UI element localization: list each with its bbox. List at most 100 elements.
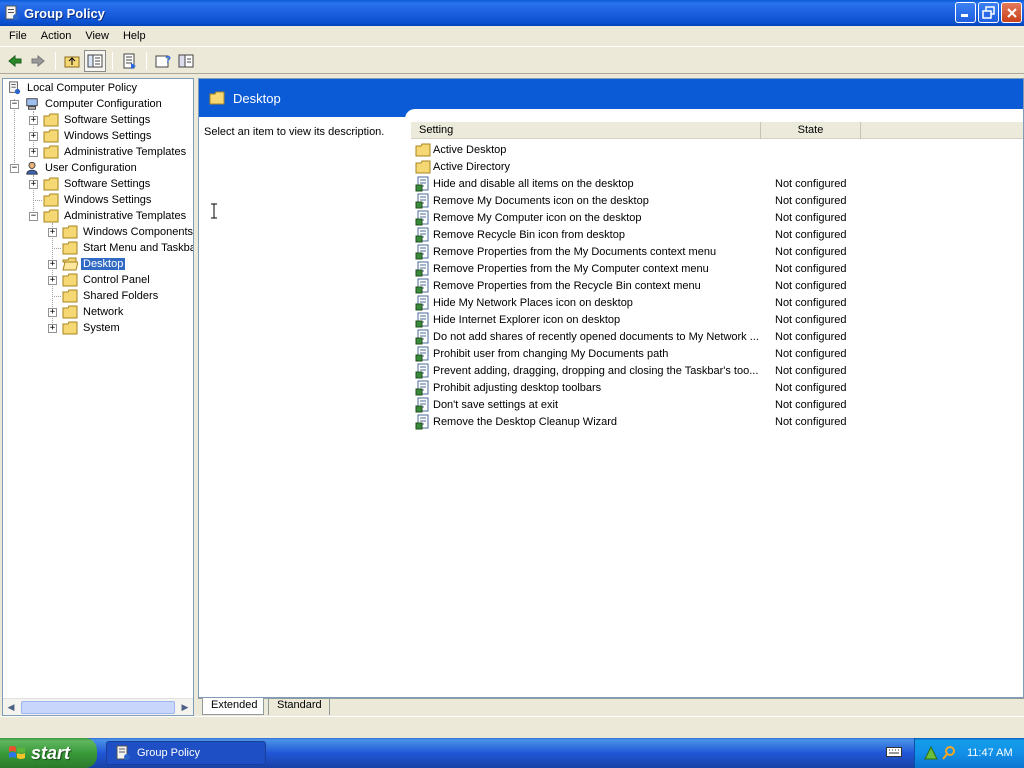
- keyboard-icon[interactable]: [886, 746, 902, 758]
- scroll-thumb[interactable]: [21, 700, 175, 714]
- window-title: Group Policy: [24, 5, 105, 21]
- tree-label: User Configuration: [45, 162, 137, 174]
- expand-toggle[interactable]: +: [48, 276, 57, 285]
- tree-item-system[interactable]: System: [62, 320, 122, 336]
- expand-toggle[interactable]: +: [48, 324, 57, 333]
- expand-toggle[interactable]: +: [48, 308, 57, 317]
- column-header-setting[interactable]: Setting: [411, 122, 761, 139]
- tree-item-control-panel[interactable]: Control Panel: [62, 272, 152, 288]
- close-button[interactable]: [1001, 2, 1022, 23]
- setting-state: Not configured: [775, 211, 847, 224]
- maximize-button[interactable]: [978, 2, 999, 23]
- expand-toggle[interactable]: +: [48, 228, 57, 237]
- tree-item-cc-windows-settings[interactable]: Windows Settings: [43, 128, 153, 144]
- console-tree[interactable]: Local Computer Policy − Computer Configu…: [2, 78, 194, 716]
- list-item-folder[interactable]: Active Directory: [415, 158, 775, 175]
- expand-toggle[interactable]: +: [29, 116, 38, 125]
- list-item-setting[interactable]: Remove My Documents icon on the desktop N…: [415, 192, 865, 209]
- list-item-setting[interactable]: Remove Recycle Bin icon from desktop Not …: [415, 226, 865, 243]
- menu-action[interactable]: Action: [34, 28, 79, 44]
- properties-icon: [178, 54, 194, 67]
- search-magnifier-icon[interactable]: [941, 745, 957, 761]
- tree-item-local-computer-policy[interactable]: Local Computer Policy: [6, 80, 139, 96]
- taskbar-button-group-policy[interactable]: Group Policy: [106, 741, 266, 765]
- start-label: start: [31, 742, 71, 763]
- tree-label: System: [83, 322, 120, 334]
- setting-name: Prevent adding, dragging, dropping and c…: [433, 364, 759, 377]
- list-item-setting[interactable]: Remove Properties from the My Documents …: [415, 243, 865, 260]
- policy-setting-icon: [415, 176, 429, 191]
- list-item-setting[interactable]: Hide and disable all items on the deskto…: [415, 175, 865, 192]
- system-tray: 11:47 AM: [914, 738, 1024, 768]
- tree-item-user-configuration[interactable]: User Configuration: [24, 160, 139, 176]
- list-item-setting[interactable]: Remove My Computer icon on the desktop No…: [415, 209, 865, 226]
- list-item-setting[interactable]: Do not add shares of recently opened doc…: [415, 328, 865, 345]
- tree-item-uc-administrative-templates[interactable]: Administrative Templates: [43, 208, 188, 224]
- up-one-level-button[interactable]: [61, 50, 83, 72]
- setting-name: Do not add shares of recently opened doc…: [433, 330, 759, 343]
- expand-toggle[interactable]: +: [29, 132, 38, 141]
- minimize-button[interactable]: [955, 2, 976, 23]
- tree-horizontal-scrollbar[interactable]: ◀ ▶: [3, 698, 193, 715]
- show-hide-tree-button[interactable]: [84, 49, 106, 72]
- setting-name: Remove My Documents icon on the desktop: [433, 194, 649, 207]
- properties-button[interactable]: [175, 50, 197, 72]
- menu-help[interactable]: Help: [116, 28, 153, 44]
- list-item-setting[interactable]: Remove the Desktop Cleanup Wizard Not con…: [415, 413, 865, 430]
- right-arrow-icon: ▶: [181, 701, 189, 712]
- tree-item-computer-configuration[interactable]: Computer Configuration: [24, 96, 164, 112]
- list-item-setting[interactable]: Hide My Network Places icon on desktop No…: [415, 294, 865, 311]
- list-item-setting[interactable]: Prohibit user from changing My Documents…: [415, 345, 865, 362]
- expand-toggle[interactable]: +: [48, 260, 57, 269]
- list-item-setting[interactable]: Hide Internet Explorer icon on desktop No…: [415, 311, 865, 328]
- back-button[interactable]: [4, 50, 26, 72]
- tree-item-network[interactable]: Network: [62, 304, 125, 320]
- tab-extended[interactable]: Extended: [202, 698, 264, 715]
- tab-standard[interactable]: Standard: [268, 698, 330, 715]
- expand-toggle[interactable]: +: [29, 180, 38, 189]
- tree-label: Shared Folders: [83, 290, 159, 302]
- list-item-folder[interactable]: Active Desktop: [415, 141, 775, 158]
- folder-icon: [43, 193, 59, 207]
- network-connection-icon[interactable]: [923, 745, 939, 761]
- setting-state: Not configured: [775, 415, 847, 428]
- tree-item-start-menu-taskbar[interactable]: Start Menu and Taskba: [62, 240, 194, 256]
- setting-name: Remove Properties from the Recycle Bin c…: [433, 279, 701, 292]
- expand-toggle[interactable]: +: [29, 148, 38, 157]
- tree-item-desktop[interactable]: Desktop: [62, 256, 126, 272]
- scroll-right-button[interactable]: ▶: [177, 699, 193, 715]
- tree-item-cc-administrative-templates[interactable]: Administrative Templates: [43, 144, 188, 160]
- export-list-button[interactable]: [118, 50, 140, 72]
- list-item-setting[interactable]: Remove Properties from the My Computer c…: [415, 260, 865, 277]
- tree-item-cc-software-settings[interactable]: Software Settings: [43, 112, 152, 128]
- list-item-setting[interactable]: Prohibit adjusting desktop toolbars Not c…: [415, 379, 865, 396]
- forward-button[interactable]: [27, 50, 49, 72]
- view-tabs: Extended Standard: [198, 698, 1024, 716]
- collapse-toggle[interactable]: −: [10, 164, 19, 173]
- scroll-left-button[interactable]: ◀: [3, 699, 19, 715]
- collapse-toggle[interactable]: −: [10, 100, 19, 109]
- setting-name: Remove Properties from the My Documents …: [433, 245, 717, 258]
- folder-icon: [43, 129, 59, 143]
- tree-item-uc-windows-settings[interactable]: Windows Settings: [43, 192, 153, 208]
- column-header-state[interactable]: State: [761, 122, 861, 139]
- tree-item-windows-components[interactable]: Windows Components: [62, 224, 193, 240]
- toolbar-separator: [146, 51, 147, 70]
- text-cursor-icon: [211, 203, 217, 219]
- list-item-setting[interactable]: Prevent adding, dragging, dropping and c…: [415, 362, 865, 379]
- tree-label: Network: [83, 306, 124, 318]
- setting-name: Hide Internet Explorer icon on desktop: [433, 313, 621, 326]
- tree-label: Start Menu and Taskba: [83, 242, 194, 254]
- tree-label: Local Computer Policy: [27, 82, 138, 94]
- tree-item-shared-folders[interactable]: Shared Folders: [62, 288, 160, 304]
- list-item-setting[interactable]: Remove Properties from the Recycle Bin c…: [415, 277, 865, 294]
- menu-view[interactable]: View: [78, 28, 116, 44]
- menu-file[interactable]: File: [2, 28, 34, 44]
- list-item-setting[interactable]: Don't save settings at exit Not configure…: [415, 396, 865, 413]
- clock[interactable]: 11:47 AM: [967, 747, 1013, 759]
- start-button[interactable]: start: [0, 738, 97, 768]
- help-button[interactable]: ?: [152, 50, 174, 72]
- tree-item-uc-software-settings[interactable]: Software Settings: [43, 176, 152, 192]
- collapse-toggle[interactable]: −: [29, 212, 38, 221]
- policy-setting-icon: [415, 397, 429, 412]
